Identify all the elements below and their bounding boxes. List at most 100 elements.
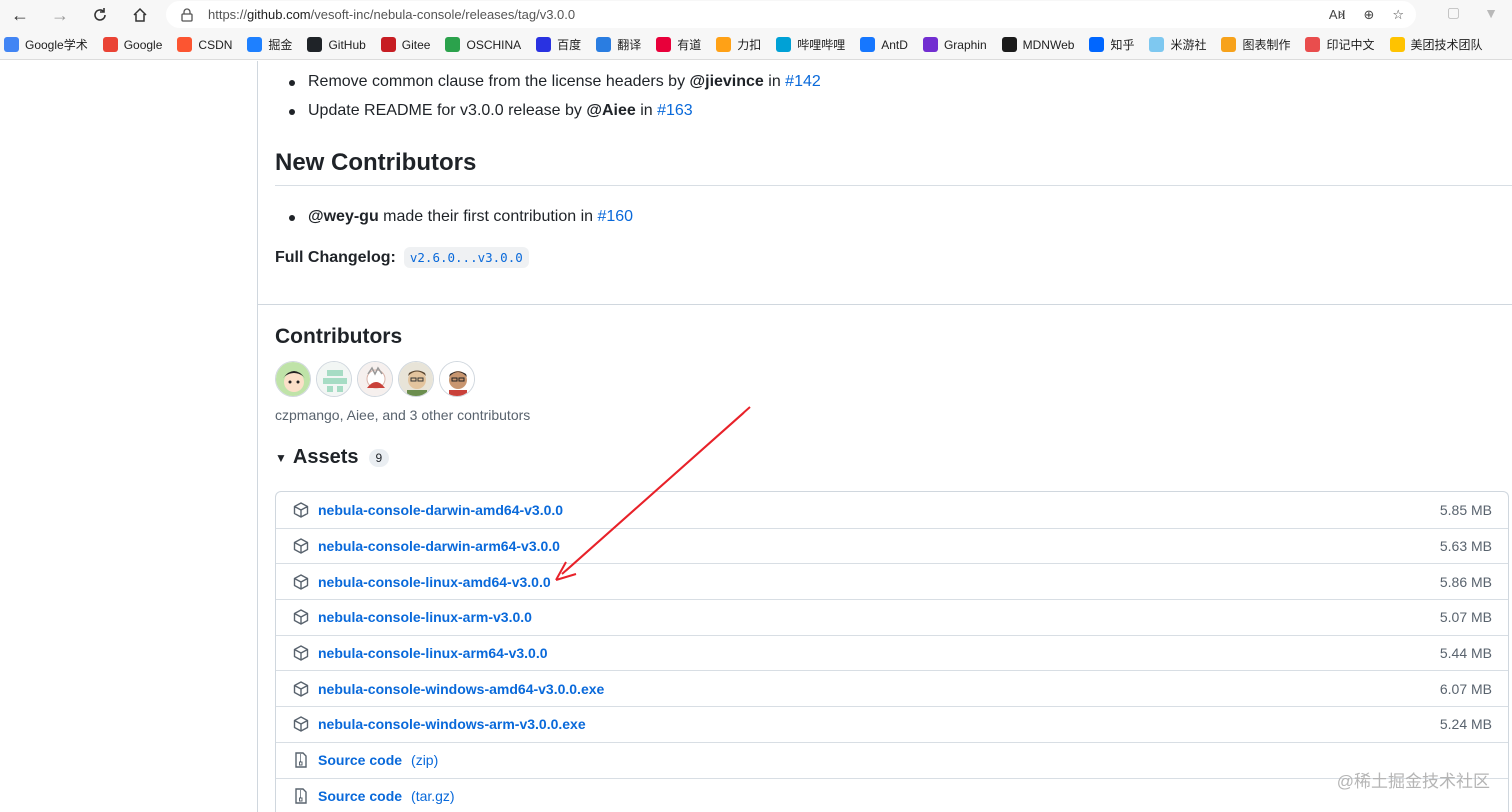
bookmark-item[interactable]: 有道 (656, 36, 701, 53)
package-icon (292, 644, 310, 662)
avatar[interactable] (398, 361, 434, 397)
bookmark-item[interactable]: 百度 (536, 36, 581, 53)
new-contributors-heading: New Contributors (275, 149, 477, 176)
bookmark-item[interactable]: AntD (860, 37, 908, 52)
zoom-icon[interactable]: ⊕ (1363, 7, 1374, 23)
bookmark-item[interactable]: Gitee (380, 37, 430, 52)
source-code-link[interactable]: Source code (318, 752, 402, 768)
antd-icon (860, 37, 876, 52)
assets-toggle[interactable]: ▼ Assets 9 (275, 446, 390, 469)
home-icon (133, 7, 147, 22)
source-format[interactable]: (zip) (411, 752, 438, 768)
package-icon (292, 501, 310, 519)
user-mention[interactable]: @wey-gu (308, 208, 379, 225)
note-text: in (635, 102, 658, 119)
bookmark-item[interactable]: OSCHINA (445, 37, 521, 52)
user-mention[interactable]: @Aiee (586, 102, 635, 119)
bookmark-item[interactable]: GitHub (307, 37, 366, 52)
back-button[interactable]: ← (0, 0, 40, 30)
chart-icon (1221, 37, 1237, 52)
contributors-heading: Contributors (275, 325, 403, 348)
asset-download-link[interactable]: nebula-console-linux-arm64-v3.0.0 (318, 645, 548, 661)
favorite-star-icon[interactable]: ☆ (1392, 7, 1404, 23)
table-row: nebula-console-linux-arm64-v3.0.0 5.44 MB (276, 634, 1508, 671)
bookmark-label: 力扣 (737, 38, 762, 52)
avatar[interactable] (316, 361, 352, 397)
note-text: Update README for v3.0.0 release by (308, 102, 587, 119)
package-icon (292, 573, 310, 591)
reload-button[interactable] (80, 0, 120, 30)
bookmark-item[interactable]: 知乎 (1089, 36, 1134, 53)
assets-count-badge: 9 (368, 448, 390, 467)
package-icon (292, 680, 310, 698)
address-bar[interactable]: https://github.com/vesoft-inc/nebula-con… (166, 1, 1416, 28)
avatar[interactable] (357, 361, 393, 397)
table-row: nebula-console-windows-arm-v3.0.0.exe 5.2… (276, 706, 1508, 742)
package-icon (292, 715, 310, 733)
youdao-icon (656, 37, 672, 52)
bookmark-item[interactable]: 美团技术团队 (1389, 36, 1483, 53)
avatar[interactable] (439, 361, 475, 397)
table-row: nebula-console-windows-amd64-v3.0.0.exe 6… (276, 670, 1508, 706)
bookmark-item[interactable]: 印记中文 (1305, 36, 1375, 53)
asset-download-link[interactable]: nebula-console-linux-amd64-v3.0.0 (318, 574, 551, 590)
user-mention[interactable]: @jievince (690, 73, 764, 90)
read-aloud-icon[interactable]: AⰭ (1329, 7, 1346, 23)
bookmark-item[interactable]: Google (102, 37, 162, 52)
changelog-compare-link[interactable]: v2.6.0...v3.0.0 (403, 247, 529, 268)
meituan-icon (1389, 37, 1405, 52)
source-code-link[interactable]: Source code (318, 788, 402, 804)
mdn-icon (1001, 37, 1017, 52)
github-icon (307, 37, 323, 52)
miyoushe-icon (1149, 37, 1165, 52)
package-icon (292, 537, 310, 555)
table-row: nebula-console-linux-amd64-v3.0.0 5.86 MB (276, 563, 1508, 599)
asset-download-link[interactable]: nebula-console-darwin-amd64-v3.0.0 (318, 502, 563, 518)
bookmark-item[interactable]: Google学术 (4, 36, 88, 53)
bookmark-item[interactable]: 米游社 (1149, 36, 1206, 53)
pr-link[interactable]: #142 (785, 73, 821, 90)
google-scholar-icon (4, 37, 19, 52)
leetcode-icon (716, 37, 732, 52)
extension-icon[interactable]: ▢ (1447, 4, 1460, 21)
bookmark-item[interactable]: 哔哩哔哩 (776, 36, 845, 53)
arrow-right-icon: → (51, 4, 69, 25)
asset-download-link[interactable]: nebula-console-windows-arm-v3.0.0.exe (318, 716, 586, 732)
url-text: https://github.com/vesoft-inc/nebula-con… (208, 7, 575, 22)
asset-download-link[interactable]: nebula-console-darwin-arm64-v3.0.0 (318, 538, 560, 554)
asset-download-link[interactable]: nebula-console-windows-amd64-v3.0.0.exe (318, 681, 604, 697)
bookmark-item[interactable]: CSDN (177, 37, 232, 52)
yinji-icon (1305, 37, 1321, 52)
contributors-summary: czpmango, Aiee, and 3 other contributors (275, 407, 531, 423)
reload-icon (94, 8, 106, 21)
assets-list: nebula-console-darwin-amd64-v3.0.0 5.85 M… (275, 491, 1509, 812)
avatar[interactable] (275, 361, 311, 397)
home-button[interactable] (120, 0, 160, 30)
arrow-left-icon: ← (11, 4, 29, 25)
bookmark-item[interactable]: 力扣 (716, 36, 761, 53)
bookmark-item[interactable]: MDNWeb (1001, 37, 1075, 52)
bilibili-icon (776, 37, 792, 52)
bookmark-item[interactable]: 图表制作 (1221, 36, 1290, 53)
forward-button[interactable]: → (40, 0, 80, 30)
bookmark-label: 有道 (677, 38, 702, 52)
bookmark-label: MDNWeb (1022, 37, 1075, 52)
file-zip-icon (292, 751, 310, 769)
contributor-avatars (275, 361, 475, 397)
pr-link[interactable]: #160 (597, 208, 633, 225)
oschina-icon (445, 37, 461, 52)
source-format[interactable]: (tar.gz) (411, 788, 455, 804)
asset-download-link[interactable]: nebula-console-linux-arm-v3.0.0 (318, 609, 532, 625)
chevron-down-icon[interactable]: ▼ (1484, 5, 1498, 21)
bookmark-item[interactable]: Graphin (922, 37, 987, 52)
bookmark-label: 印记中文 (1326, 38, 1375, 52)
bookmark-item[interactable]: 翻译 (596, 36, 641, 53)
bookmark-label: AntD (881, 37, 908, 52)
assets-heading: Assets (292, 446, 359, 468)
url-host: github.com (247, 7, 311, 22)
pr-link[interactable]: #163 (657, 102, 693, 119)
changelog-label: Full Changelog: (275, 248, 396, 266)
bookmark-item[interactable]: 掘金 (247, 36, 292, 53)
google-icon (102, 37, 118, 52)
table-row: nebula-console-darwin-amd64-v3.0.0 5.85 M… (276, 492, 1508, 528)
